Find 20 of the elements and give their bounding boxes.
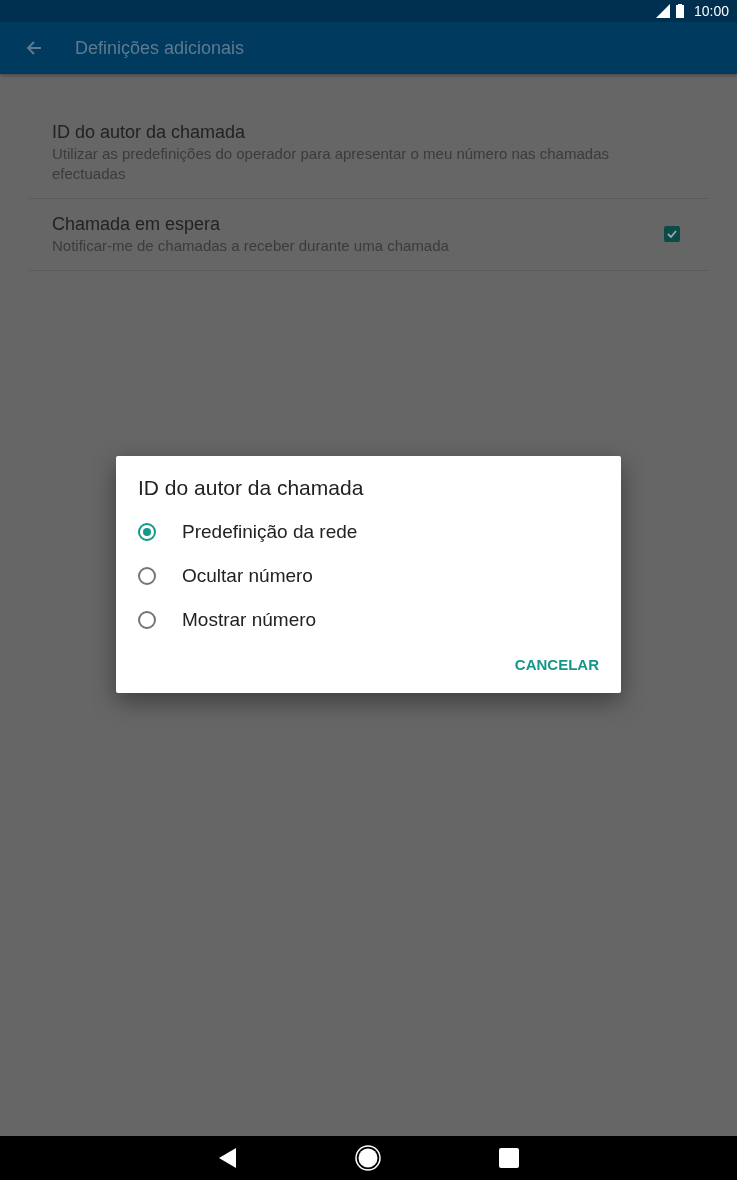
checkmark-icon <box>666 228 678 240</box>
setting-title: Chamada em espera <box>52 213 222 236</box>
dialog-title: ID do autor da chamada <box>138 476 365 500</box>
cancel-button[interactable]: CANCELAR <box>514 648 599 681</box>
battery-icon <box>675 4 684 18</box>
checkbox[interactable] <box>664 226 680 242</box>
app-bar-title: Definições adicionais <box>75 37 245 59</box>
setting-title: ID do autor da chamada <box>52 121 247 144</box>
back-arrow-icon[interactable] <box>26 40 42 56</box>
recents-icon[interactable] <box>498 1148 519 1168</box>
option-label[interactable]: Predefinição da rede <box>182 521 358 543</box>
home-icon[interactable] <box>354 1145 381 1171</box>
option-label[interactable]: Mostrar número <box>182 609 317 631</box>
radio-button[interactable] <box>138 523 156 541</box>
status-time: 10:00 <box>693 3 729 19</box>
radio-button[interactable] <box>138 611 156 629</box>
radio-button[interactable] <box>138 567 156 585</box>
signal-icon <box>655 4 670 18</box>
back-icon[interactable] <box>218 1148 237 1168</box>
option-label[interactable]: Ocultar número <box>182 565 313 587</box>
